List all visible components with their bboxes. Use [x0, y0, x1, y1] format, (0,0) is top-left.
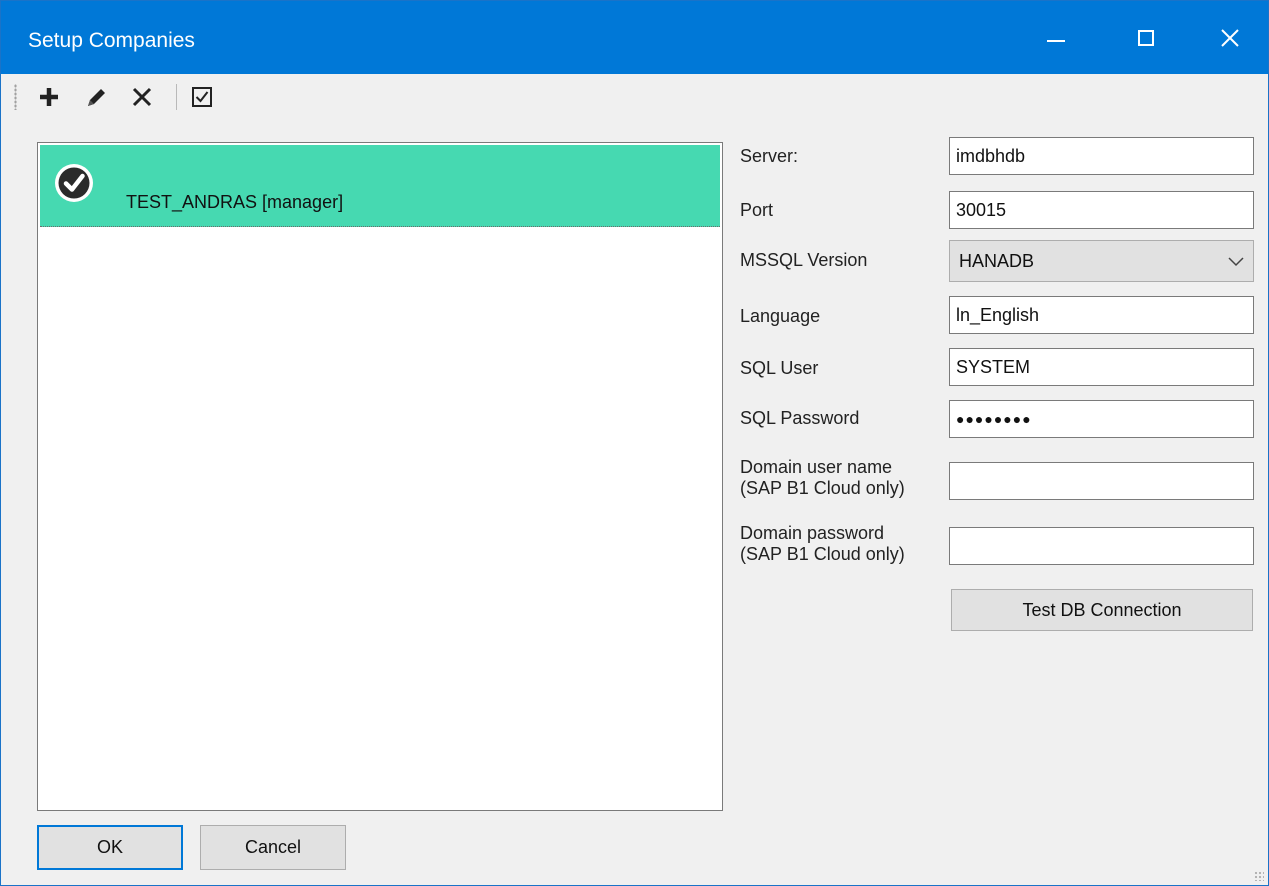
server-input[interactable]: imdbhdb: [949, 137, 1254, 175]
resize-grip[interactable]: [1254, 871, 1264, 881]
domain-password-input[interactable]: [949, 527, 1254, 565]
company-name: TEST_ANDRAS [manager]: [126, 192, 344, 212]
select-company-button[interactable]: [187, 82, 217, 112]
close-button[interactable]: [1191, 1, 1268, 74]
close-icon: [1220, 28, 1239, 47]
language-label: Language: [740, 306, 821, 326]
domain-user-label-line1: Domain user name: [740, 457, 893, 477]
maximize-icon: [1138, 29, 1154, 46]
pencil-icon: [88, 89, 105, 106]
mssql-version-label: MSSQL Version: [740, 250, 868, 270]
delete-x-icon: [132, 87, 152, 107]
domain-user-input[interactable]: [949, 462, 1254, 500]
maximize-button[interactable]: [1101, 1, 1191, 74]
toolbar: [1, 74, 1268, 121]
edit-company-button[interactable]: [81, 82, 111, 112]
title-bar[interactable]: Setup Companies: [1, 1, 1268, 74]
company-list-item[interactable]: TEST_ANDRAS [manager]: [40, 145, 720, 227]
ok-button[interactable]: OK: [37, 825, 183, 870]
check-circle-icon: [55, 164, 93, 202]
sql-password-label: SQL Password: [740, 408, 860, 428]
add-company-button[interactable]: [34, 82, 64, 112]
test-db-connection-button[interactable]: Test DB Connection: [951, 589, 1253, 631]
checkbox-icon: [192, 87, 212, 107]
port-input[interactable]: 30015: [949, 191, 1254, 229]
plus-icon: [40, 88, 58, 106]
port-label: Port: [740, 200, 774, 220]
sql-user-label: SQL User: [740, 358, 819, 378]
minimize-icon: [1047, 39, 1065, 42]
minimize-button[interactable]: [1011, 1, 1101, 74]
domain-password-label-line1: Domain password: [740, 523, 885, 543]
sql-user-input[interactable]: SYSTEM: [949, 348, 1254, 386]
delete-company-button[interactable]: [127, 82, 157, 112]
domain-user-label: Domain user name (SAP B1 Cloud only): [740, 457, 905, 499]
cancel-button[interactable]: Cancel: [200, 825, 346, 870]
toolbar-separator: [176, 84, 177, 110]
mssql-version-value: HANADB: [959, 251, 1035, 271]
domain-password-label-line2: (SAP B1 Cloud only): [740, 544, 905, 564]
companies-list[interactable]: TEST_ANDRAS [manager]: [37, 142, 723, 811]
language-input[interactable]: ln_English: [949, 296, 1254, 334]
setup-companies-window: Setup Companies TEST_ANDRAS [manager] Se…: [0, 0, 1269, 886]
server-label: Server:: [740, 146, 799, 166]
domain-password-label: Domain password (SAP B1 Cloud only): [740, 523, 905, 565]
chevron-down-icon: [1228, 257, 1244, 267]
mssql-version-select[interactable]: HANADB: [949, 240, 1254, 282]
toolbar-grip[interactable]: [14, 84, 17, 110]
window-title: Setup Companies: [28, 29, 195, 52]
sql-password-input[interactable]: ●●●●●●●●: [949, 400, 1254, 438]
domain-user-label-line2: (SAP B1 Cloud only): [740, 478, 905, 498]
